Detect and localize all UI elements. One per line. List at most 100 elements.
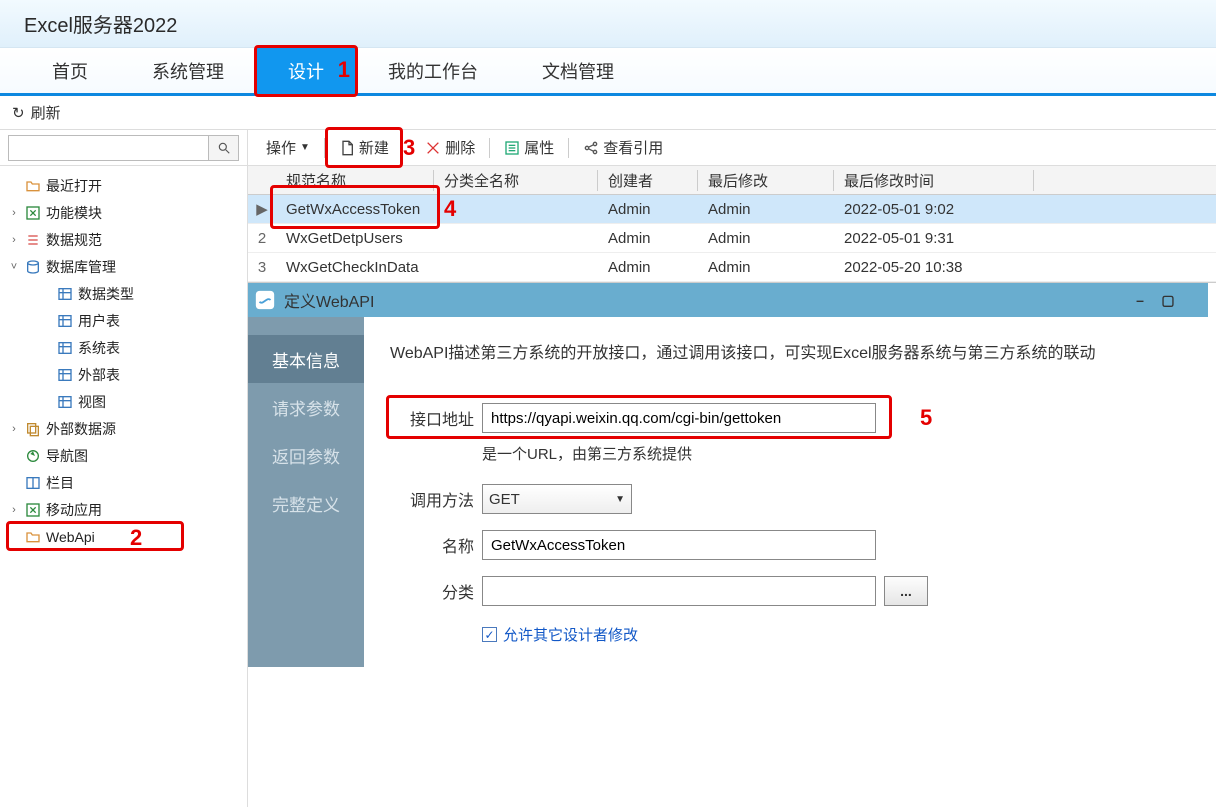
cell-time: 2022-05-01 9:02 <box>834 201 1034 218</box>
share-icon <box>583 140 599 156</box>
cell-modifier: Admin <box>698 259 834 276</box>
table-icon <box>56 285 74 303</box>
grid-row[interactable]: ▶GetWxAccessToken4AdminAdmin2022-05-01 9… <box>248 195 1216 224</box>
detail-header: 定义WebAPI – ▢ <box>248 283 1208 317</box>
toolbar-new[interactable]: 新建 <box>331 133 397 162</box>
cell-name: GetWxAccessToken <box>276 201 434 218</box>
row-indicator: 3 <box>248 259 276 276</box>
expand-icon[interactable]: › <box>8 504 20 516</box>
category-input[interactable] <box>482 576 876 606</box>
cell-name: WxGetDetpUsers <box>276 230 434 247</box>
grid-header-modifier[interactable]: 最后修改 <box>698 170 834 191</box>
annotation-box-4 <box>270 185 440 229</box>
toolbar: 操作 ▼ 新建 3 删除 属性 查看引用 <box>248 130 1216 166</box>
column-icon <box>24 474 42 492</box>
cell-modifier: Admin <box>698 230 834 247</box>
tree-node-数据类型[interactable]: 数据类型 <box>0 280 247 307</box>
expand-icon[interactable]: › <box>8 423 20 435</box>
expand-icon[interactable]: ˅ <box>8 261 20 273</box>
refresh-icon[interactable]: ↻ <box>12 104 25 122</box>
tree-node-label: 外部表 <box>78 365 120 385</box>
grid-header-creator[interactable]: 创建者 <box>598 170 698 191</box>
title-bar: Excel服务器2022 <box>0 0 1216 48</box>
table-icon <box>56 393 74 411</box>
search-button[interactable] <box>209 135 239 161</box>
nav-docs[interactable]: 文档管理 <box>510 47 646 95</box>
dropdown-icon: ▼ <box>615 494 625 505</box>
minimize-button[interactable]: – <box>1130 292 1150 308</box>
grid-header-category[interactable]: 分类全名称 <box>434 170 598 191</box>
search-row <box>0 130 247 166</box>
tree-node-系统表[interactable]: 系统表 <box>0 334 247 361</box>
cell-creator: Admin <box>598 201 698 218</box>
tree-node-label: 视图 <box>78 392 106 412</box>
maximize-button[interactable]: ▢ <box>1158 292 1178 309</box>
tree-node-label: 栏目 <box>46 473 74 493</box>
tree-node-导航图[interactable]: 导航图 <box>0 442 247 469</box>
list-icon <box>24 231 42 249</box>
tree-node-label: 数据类型 <box>78 284 134 304</box>
nav-system[interactable]: 系统管理 <box>120 47 256 95</box>
nav-icon <box>24 447 42 465</box>
annotation-box-5 <box>386 395 892 439</box>
tree-node-WebApi[interactable]: WebApi2 <box>0 523 247 550</box>
expand-icon[interactable]: › <box>8 207 20 219</box>
toolbar-references[interactable]: 查看引用 <box>575 133 671 162</box>
browse-button[interactable]: ... <box>884 576 928 606</box>
cell-time: 2022-05-20 10:38 <box>834 259 1034 276</box>
tree-node-栏目[interactable]: 栏目 <box>0 469 247 496</box>
delete-icon <box>425 140 441 156</box>
tree-node-功能模块[interactable]: › 功能模块 <box>0 199 247 226</box>
properties-icon <box>504 140 520 156</box>
search-input[interactable] <box>8 135 209 161</box>
panel-icon <box>254 289 276 311</box>
tree-node-用户表[interactable]: 用户表 <box>0 307 247 334</box>
side-tab-basic[interactable]: 基本信息 <box>248 335 364 383</box>
nav-design[interactable]: 设计 1 <box>256 47 356 95</box>
row-indicator: 2 <box>248 230 276 247</box>
tree-node-label: 功能模块 <box>46 203 102 223</box>
tree-node-最近打开[interactable]: 最近打开 <box>0 172 247 199</box>
cell-category: 4 <box>434 196 598 222</box>
side-tab-request[interactable]: 请求参数 <box>248 383 364 431</box>
tree: 最近打开 › 功能模块 › 数据规范 ˅数据库管理数据类型用户表系统表外部表视图 ›外部数据… <box>0 166 247 807</box>
toolbar-props[interactable]: 属性 <box>496 133 562 162</box>
tree-node-label: 用户表 <box>78 311 120 331</box>
tree-node-外部表[interactable]: 外部表 <box>0 361 247 388</box>
checkbox-icon: ✓ <box>482 627 497 642</box>
separator <box>568 138 569 158</box>
grid-header-time[interactable]: 最后修改时间 <box>834 170 1034 191</box>
toolbar-delete[interactable]: 删除 <box>417 133 483 162</box>
tree-node-移动应用[interactable]: › 移动应用 <box>0 496 247 523</box>
description: WebAPI描述第三方系统的开放接口，通过调用该接口，可实现Excel服务器系统… <box>390 339 1190 363</box>
nav-workbench[interactable]: 我的工作台 <box>356 47 510 95</box>
table-icon <box>56 366 74 384</box>
nav-home[interactable]: 首页 <box>20 47 120 95</box>
copy-icon <box>24 420 42 438</box>
expand-icon[interactable]: › <box>8 234 20 246</box>
detail-title: 定义WebAPI <box>284 288 374 312</box>
toolbar-action[interactable]: 操作 ▼ <box>258 133 318 162</box>
side-tab-full[interactable]: 完整定义 <box>248 479 364 527</box>
cell-modifier: Admin <box>698 201 834 218</box>
tree-node-label: 数据规范 <box>46 230 102 250</box>
allow-others-checkbox[interactable]: ✓ 允许其它设计者修改 <box>482 624 1190 645</box>
tree-node-数据库管理[interactable]: ˅数据库管理 <box>0 253 247 280</box>
caret-down-icon: ▼ <box>300 142 310 153</box>
toolbar-action-label: 操作 <box>266 137 296 158</box>
method-select[interactable]: GET ▼ <box>482 484 632 514</box>
form-area: WebAPI描述第三方系统的开放接口，通过调用该接口，可实现Excel服务器系统… <box>364 317 1216 667</box>
tree-node-数据规范[interactable]: › 数据规范 <box>0 226 247 253</box>
tree-node-视图[interactable]: 视图 <box>0 388 247 415</box>
allow-others-label: 允许其它设计者修改 <box>503 624 638 645</box>
tree-node-外部数据源[interactable]: ›外部数据源 <box>0 415 247 442</box>
tree-node-label: 移动应用 <box>46 500 102 520</box>
side-tab-response[interactable]: 返回参数 <box>248 431 364 479</box>
name-input[interactable] <box>482 530 876 560</box>
grid-row[interactable]: 3WxGetCheckInDataAdminAdmin2022-05-20 10… <box>248 253 1216 282</box>
refresh-button[interactable]: 刷新 <box>31 102 61 123</box>
data-grid: 规范名称 分类全名称 创建者 最后修改 最后修改时间 ▶GetWxAccessT… <box>248 166 1216 283</box>
toolbar-delete-label: 删除 <box>445 137 475 158</box>
url-hint: 是一个URL，由第三方系统提供 <box>482 443 1190 464</box>
cell-creator: Admin <box>598 230 698 247</box>
